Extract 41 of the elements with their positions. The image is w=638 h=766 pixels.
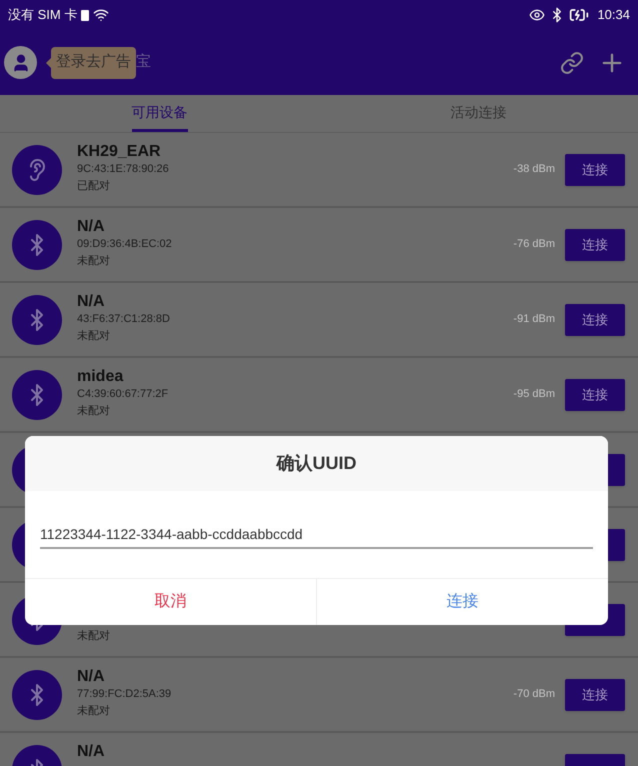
device-address: 9C:43:1E:78:90:26 <box>77 163 169 176</box>
connect-button[interactable]: 连接 <box>565 378 625 410</box>
dialog-title: 确认UUID <box>276 452 356 475</box>
device-name: KH29_EAR <box>77 142 161 160</box>
carrier-text: 没有 SIM 卡 <box>8 6 78 24</box>
device-name: N/A <box>77 668 105 686</box>
connect-button[interactable]: 连接 <box>565 228 625 260</box>
pairing-status: 未配对 <box>77 255 110 268</box>
signal-strength: -91 dBm <box>513 312 555 328</box>
pairing-status: 未配对 <box>77 705 110 718</box>
device-address: 43:F6:37:C1:28:8D <box>77 313 170 326</box>
device-card[interactable]: KH29_EAR 9C:43:1E:78:90:26 已配对 -38 dBm 连接 <box>0 133 638 208</box>
device-address: C4:39:60:67:77:2F <box>77 388 168 401</box>
signal-strength: -70 dBm <box>513 687 555 702</box>
confirm-button[interactable]: 连接 <box>316 579 608 625</box>
uuid-field[interactable]: 11223344-1122-3344-aabb-ccddaabbccdd <box>40 520 593 548</box>
device-name: N/A <box>77 292 105 310</box>
device-card[interactable]: N/A 09:D9:36:4B:EC:02 未配对 -76 dBm 连接 <box>0 208 638 283</box>
device-address: 77:99:FC:D2:5A:39 <box>77 688 172 701</box>
pairing-status: 未配对 <box>77 330 110 343</box>
device-card[interactable]: N/A 43:F6:37:C1:28:8D 未配对 -91 dBm 连接 <box>0 283 638 358</box>
pairing-status: 未配对 <box>77 630 110 643</box>
connect-button[interactable]: 连接 <box>565 304 625 336</box>
signal-strength: -38 dBm <box>513 162 555 178</box>
device-name: N/A <box>77 742 105 760</box>
app-title: 宝 <box>136 52 151 72</box>
device-card[interactable]: N/A 77:99:FC:D2:5A:39 未配对 -70 dBm 连接 <box>0 658 638 733</box>
pairing-status: 未配对 <box>77 405 110 418</box>
device-card[interactable]: midea C4:39:60:67:77:2F 未配对 -95 dBm 连接 <box>0 358 638 433</box>
clock-text: 10:34 <box>597 6 630 24</box>
tooltip: 登录去广告 <box>46 46 136 78</box>
signal-strength: -95 dBm <box>513 387 555 402</box>
connect-button[interactable]: 连接 <box>565 678 625 710</box>
device-name: N/A <box>77 218 105 236</box>
pairing-status: 已配对 <box>77 180 110 193</box>
device-address: 09:D9:36:4B:EC:02 <box>77 238 172 251</box>
device-card[interactable]: N/A <box>0 733 638 766</box>
device-name: midea <box>77 368 124 386</box>
connect-button[interactable]: 连接 <box>565 154 625 186</box>
signal-strength: -76 dBm <box>513 237 555 252</box>
cancel-button[interactable]: 取消 <box>25 579 316 625</box>
